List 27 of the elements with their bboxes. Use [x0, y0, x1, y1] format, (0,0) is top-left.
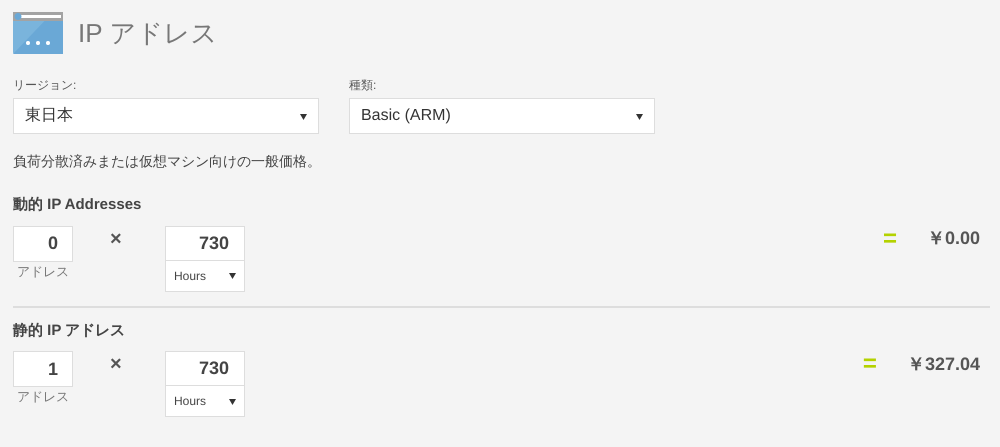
hours-unit-dropdown[interactable]: Hours	[166, 386, 244, 416]
hours-field[interactable]: 730	[166, 352, 244, 386]
caret-icon	[300, 112, 307, 120]
browser-window-icon	[13, 12, 63, 54]
multiply-sign: ×	[110, 352, 123, 377]
dropdown[interactable]: Basic (ARM)	[349, 98, 655, 134]
equals-sign: =	[862, 349, 877, 379]
page-title: IP アドレス	[78, 16, 218, 50]
unit-label: アドレス	[17, 262, 69, 280]
hours-unit-dropdown[interactable]: Hours	[166, 260, 244, 290]
caret-icon	[636, 112, 643, 120]
field-label: 種類:	[349, 77, 378, 94]
quantity-field[interactable]: 0	[13, 226, 73, 262]
unit-label: アドレス	[17, 388, 69, 406]
price-total: ￥327.04	[906, 352, 980, 376]
section-heading: 静的 IP アドレス	[13, 320, 126, 340]
field-label: リージョン:	[13, 77, 78, 94]
price-total: ￥0.00	[926, 227, 980, 250]
equals-sign: =	[882, 224, 897, 254]
dropdown[interactable]: 東日本	[13, 98, 319, 134]
description-text: 負荷分散済みまたは仮想マシン向けの一般価格。	[13, 152, 322, 171]
section-heading: 動的 IP Addresses	[13, 195, 142, 215]
quantity-field[interactable]: 1	[13, 351, 73, 387]
hours-field[interactable]: 730	[166, 226, 244, 260]
multiply-sign: ×	[110, 226, 123, 252]
caret-icon	[229, 398, 236, 404]
caret-icon	[229, 272, 236, 279]
